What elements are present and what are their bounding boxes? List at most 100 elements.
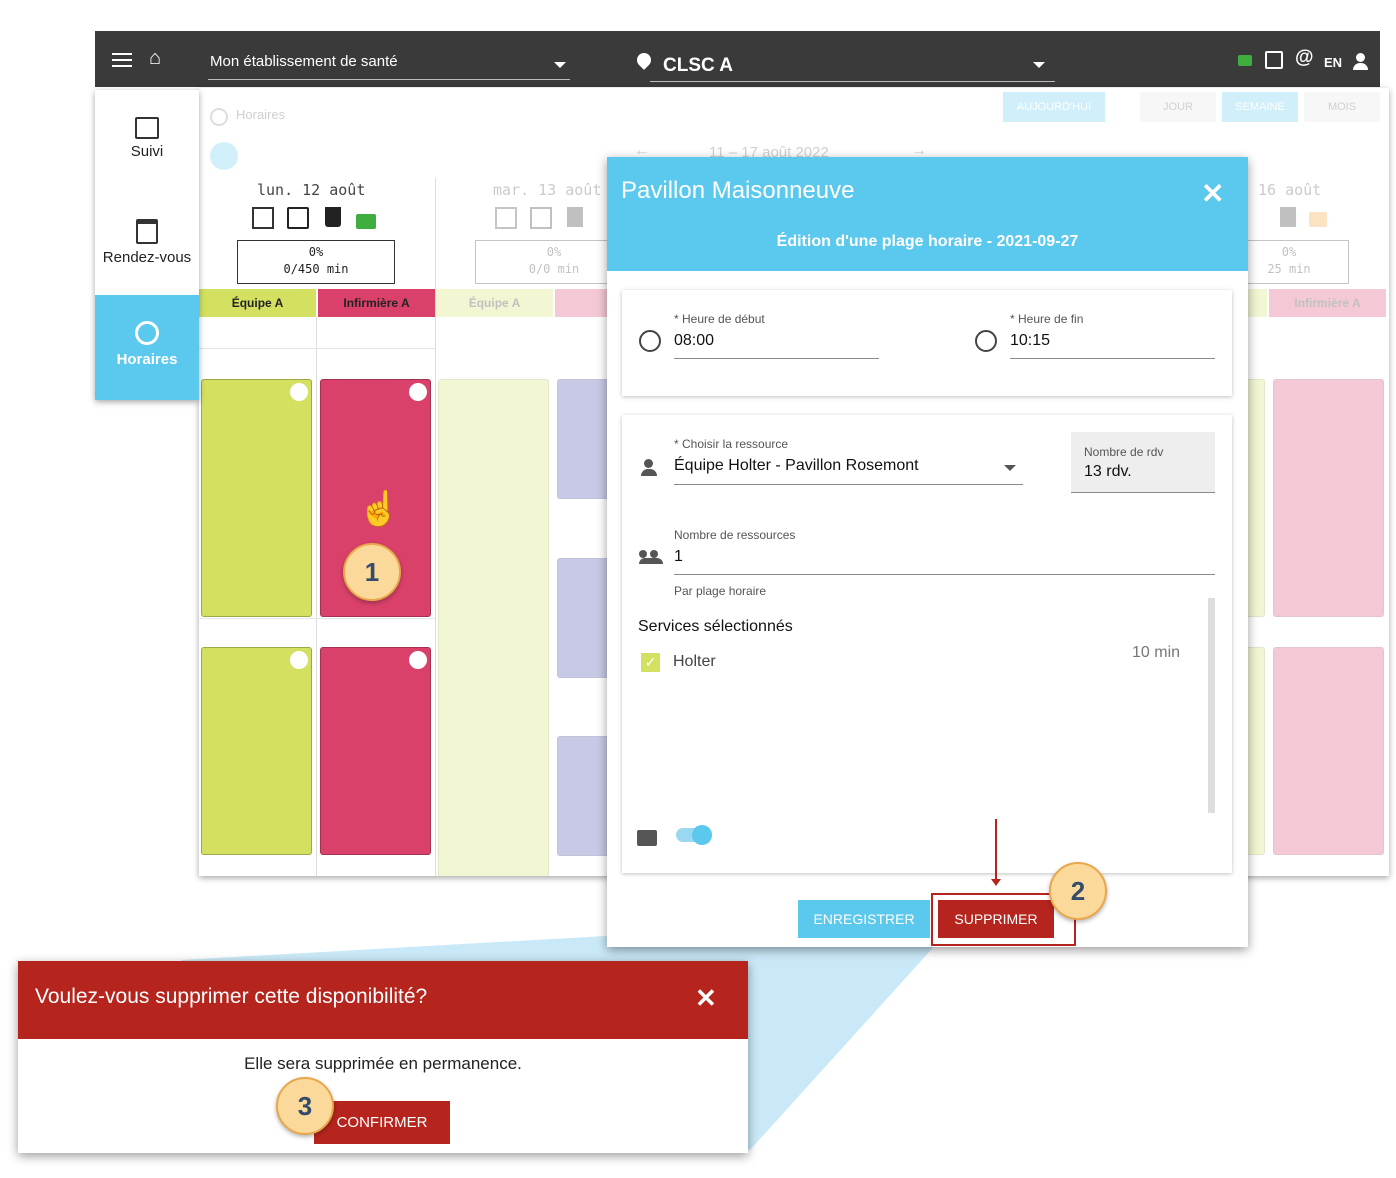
week-button[interactable]: SEMAINE — [1222, 92, 1298, 122]
edit-slot-modal: Pavillon Maisonneuve ✕ Édition d'une pla… — [607, 157, 1248, 947]
toggle-knob — [692, 825, 712, 845]
edit-icon[interactable] — [530, 207, 552, 229]
appointments-field: Nombre de rdv 13 rdv. — [1071, 432, 1215, 493]
chevron-down-icon — [554, 62, 566, 68]
at-icon[interactable]: @ — [1295, 47, 1314, 69]
locked-icon[interactable] — [1309, 212, 1327, 227]
service-name: Holter — [673, 653, 716, 670]
service-checkbox[interactable]: ✓ — [641, 653, 660, 672]
day-column-friday: 16 août 0% 25 min Infirmière A — [1229, 178, 1389, 876]
sidebar-item-rendez-vous[interactable]: Rendez-vous — [95, 210, 199, 290]
clock-icon — [639, 330, 661, 352]
chevron-down-icon — [1004, 465, 1016, 471]
trash-icon[interactable] — [1280, 207, 1296, 227]
team-tag: Équipe A — [436, 289, 553, 317]
nurse-tag: Infirmière A — [318, 289, 435, 317]
day-counter: 0% 0/450 min — [237, 240, 395, 284]
resource-value: Équipe Holter - Pavillon Rosemont — [674, 457, 919, 474]
unlocked-icon — [290, 651, 308, 669]
month-button[interactable]: MOIS — [1304, 92, 1380, 122]
confirm-message: Elle sera supprimée en permanence. — [244, 1054, 522, 1073]
resource-select[interactable]: Équipe Holter - Pavillon Rosemont — [674, 455, 1023, 485]
row-line — [199, 348, 435, 349]
nurse-tag: Infirmière A — [1269, 289, 1386, 317]
group-icon — [639, 550, 663, 564]
time-slot-block[interactable] — [438, 379, 549, 876]
calendar-icon — [136, 219, 158, 244]
filter-icon[interactable] — [210, 142, 238, 170]
modal-title: Pavillon Maisonneuve — [621, 177, 855, 204]
counter-minutes: 0/450 min — [283, 262, 349, 276]
modal-header: Pavillon Maisonneuve ✕ Édition d'une pla… — [607, 157, 1248, 271]
unlocked-icon — [290, 383, 308, 401]
step-badge-2: 2 — [1049, 862, 1107, 920]
close-icon[interactable]: ✕ — [695, 983, 717, 1014]
time-card: * Heure de début 08:00 * Heure de fin 10… — [622, 290, 1232, 396]
unlocked-icon[interactable] — [356, 214, 376, 229]
end-time-input[interactable]: 10:15 — [1010, 332, 1050, 350]
services-title: Services sélectionnés — [638, 618, 793, 635]
location-select[interactable]: CLSC A — [650, 51, 1055, 82]
confirm-title: Voulez-vous supprimer cette disponibilit… — [35, 985, 428, 1008]
delete-button[interactable]: SUPPRIMER — [938, 900, 1054, 938]
select-checkbox[interactable] — [252, 207, 274, 229]
external-link-icon[interactable] — [1265, 51, 1283, 69]
resource-card: * Choisir la ressource Équipe Holter - P… — [622, 415, 1232, 873]
top-bar: ⌂ Mon établissement de santé CLSC A @ EN — [95, 31, 1380, 87]
person-icon — [641, 459, 657, 476]
appointments-value: 13 rdv. — [1084, 463, 1132, 480]
sidebar-item-label: Rendez-vous — [102, 249, 192, 266]
resource-label: * Choisir la ressource — [674, 437, 789, 451]
select-checkbox[interactable] — [495, 207, 517, 229]
location-value: CLSC A — [663, 55, 734, 76]
establishment-select[interactable]: Mon établissement de santé — [208, 49, 570, 80]
time-slot-block[interactable] — [320, 647, 431, 855]
user-icon[interactable] — [1353, 53, 1368, 70]
sidebar: Suivi Rendez-vous Horaires — [95, 90, 199, 400]
today-button[interactable]: AUJOURD'HUI — [1003, 92, 1105, 122]
section-title: Horaires — [236, 107, 286, 122]
counter-percent: 0% — [308, 245, 324, 259]
services-scrollbar[interactable] — [1208, 598, 1215, 813]
language-toggle[interactable]: EN — [1324, 55, 1342, 70]
unlocked-icon[interactable] — [1238, 55, 1252, 66]
sidebar-item-horaires[interactable]: Horaires — [95, 295, 199, 400]
clock-icon — [210, 108, 228, 126]
menu-icon[interactable] — [112, 53, 132, 67]
start-time-label: * Heure de début — [674, 312, 765, 326]
time-slot-block[interactable] — [201, 647, 312, 855]
resources-count-hint: Par plage horaire — [674, 584, 767, 598]
sidebar-item-label: Suivi — [130, 143, 164, 160]
arrow-down-indicator — [995, 819, 997, 881]
unlocked-icon — [409, 383, 427, 401]
lock-toggle[interactable] — [676, 825, 712, 845]
day-button[interactable]: JOUR — [1140, 92, 1216, 122]
close-icon[interactable]: ✕ — [1201, 177, 1224, 210]
unlocked-icon — [637, 830, 657, 846]
column-divider — [316, 317, 317, 876]
trash-icon[interactable] — [325, 207, 341, 227]
appointments-label: Nombre de rdv — [1084, 445, 1164, 459]
resources-count-input[interactable]: 1 — [674, 548, 683, 566]
confirm-header: Voulez-vous supprimer cette disponibilit… — [18, 961, 748, 1039]
end-time-underline — [1010, 358, 1215, 359]
time-slot-block[interactable] — [1273, 647, 1384, 855]
trash-icon[interactable] — [567, 207, 583, 227]
pointer-hand-icon: ☝ — [358, 490, 401, 528]
start-time-underline — [674, 358, 879, 359]
time-slot-block[interactable] — [1273, 379, 1384, 617]
service-duration: 10 min — [1132, 644, 1181, 661]
sidebar-item-suivi[interactable]: Suivi — [95, 108, 199, 188]
chevron-down-icon — [1033, 62, 1045, 68]
edit-icon[interactable] — [287, 207, 309, 229]
resources-count-underline — [674, 574, 1215, 575]
modal-subtitle: Édition d'une plage horaire - 2021-09-27 — [776, 233, 1079, 250]
step-badge-1: 1 — [343, 543, 401, 601]
start-time-input[interactable]: 08:00 — [674, 332, 714, 350]
confirm-button[interactable]: CONFIRMER — [314, 1101, 450, 1144]
save-button[interactable]: ENREGISTRER — [798, 900, 930, 938]
arrow-head — [991, 879, 1001, 886]
time-slot-block[interactable] — [201, 379, 312, 617]
home-icon[interactable]: ⌂ — [149, 47, 161, 70]
list-icon — [135, 117, 159, 139]
